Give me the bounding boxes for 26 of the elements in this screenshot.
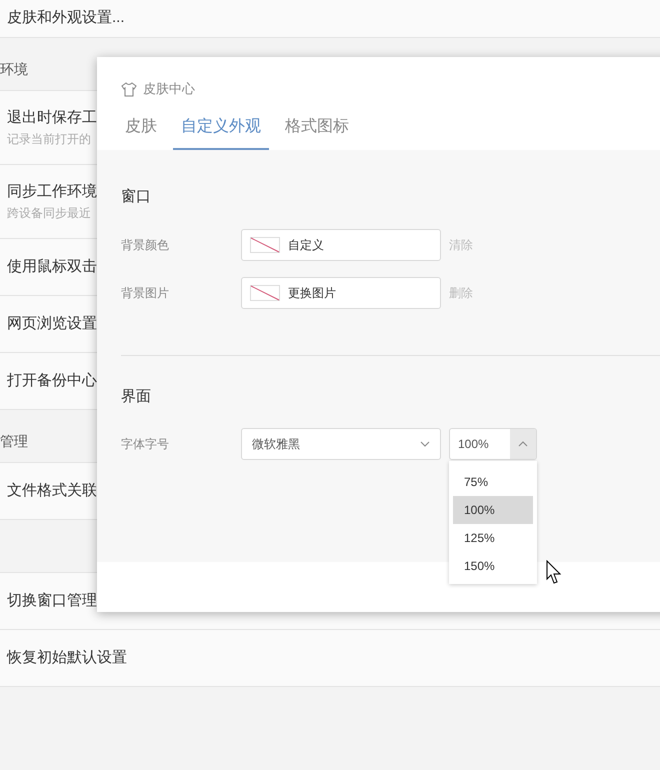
size-option[interactable]: 150% (453, 552, 533, 580)
section-header: 管理 (0, 432, 28, 451)
field-label: 字体字号 (121, 436, 170, 453)
size-option[interactable]: 75% (453, 468, 533, 496)
item-description: 跨设备同步最近 (7, 204, 92, 222)
picker-field[interactable]: 更换图片 (241, 276, 441, 308)
section-title: 窗口 (121, 187, 152, 207)
field-label: 背景颜色 (121, 236, 170, 254)
tab[interactable]: 皮肤 (117, 105, 165, 150)
menu-item[interactable]: 皮肤和外观设置... (7, 7, 125, 30)
dialog-title: 皮肤中心 (143, 80, 195, 98)
item-description: 记录当前打开的 (7, 130, 92, 148)
chevron-up-icon (518, 441, 528, 447)
tab[interactable]: 格式图标 (277, 105, 357, 150)
picker-field[interactable]: 自定义 (241, 228, 441, 260)
section-header: 环境 (0, 60, 28, 79)
empty-color-swatch-icon (250, 284, 280, 300)
chevron-down-icon (420, 441, 430, 447)
t-shirt-icon (121, 82, 137, 96)
field-label: 背景图片 (121, 284, 170, 302)
section-title: 界面 (121, 386, 152, 406)
size-select[interactable]: 100% (449, 428, 537, 460)
size-option[interactable]: 100% (453, 496, 533, 524)
size-option[interactable]: 125% (453, 524, 533, 552)
empty-color-swatch-icon (250, 236, 280, 252)
font-select[interactable]: 微软雅黑 (241, 428, 441, 460)
